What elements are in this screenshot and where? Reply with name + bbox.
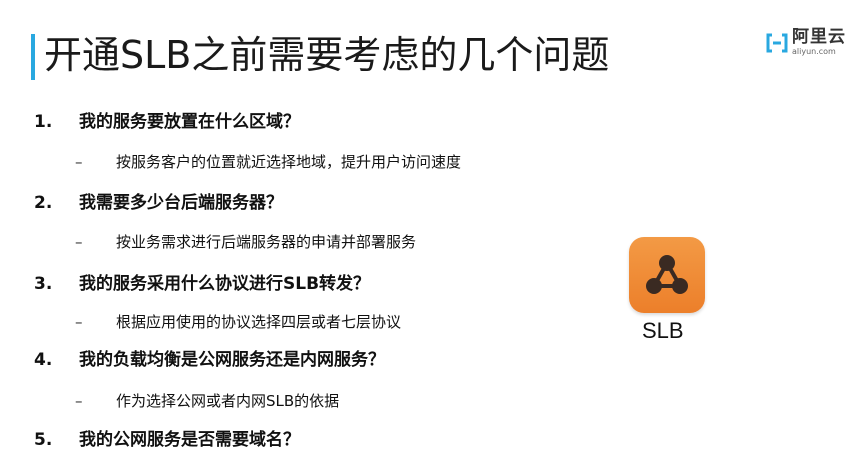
question-list: 1. 我的服务要放置在什么区域？ – 按服务客户的位置就近选择地域，提升用户访问… (0, 0, 863, 459)
question-number: 1. (34, 112, 53, 132)
answer-dash: – (75, 153, 83, 171)
question-text: 我需要多少台后端服务器？ (79, 193, 283, 213)
answer-dash: – (75, 233, 83, 251)
question-text: 我的服务要放置在什么区域？ (79, 112, 300, 132)
answer-dash: – (75, 392, 83, 410)
slb-network-icon (629, 237, 705, 313)
answer-dash: – (75, 313, 83, 331)
answer-text: 按业务需求进行后端服务器的申请并部署服务 (116, 233, 417, 251)
question-text: 我的负载均衡是公网服务还是内网服务？ (79, 350, 385, 370)
question-number: 5. (34, 430, 53, 450)
question-text: 我的公网服务是否需要域名？ (79, 430, 300, 450)
question-number: 4. (34, 350, 53, 370)
question-number: 2. (34, 193, 53, 213)
question-text: 我的服务采用什么协议进行SLB转发？ (79, 274, 371, 294)
answer-text: 按服务客户的位置就近选择地域，提升用户访问速度 (116, 153, 462, 171)
answer-text: 根据应用使用的协议选择四层或者七层协议 (116, 313, 402, 331)
answer-text: 作为选择公网或者内网SLB的依据 (116, 392, 340, 410)
slb-label: SLB (642, 318, 684, 343)
question-number: 3. (34, 274, 53, 294)
